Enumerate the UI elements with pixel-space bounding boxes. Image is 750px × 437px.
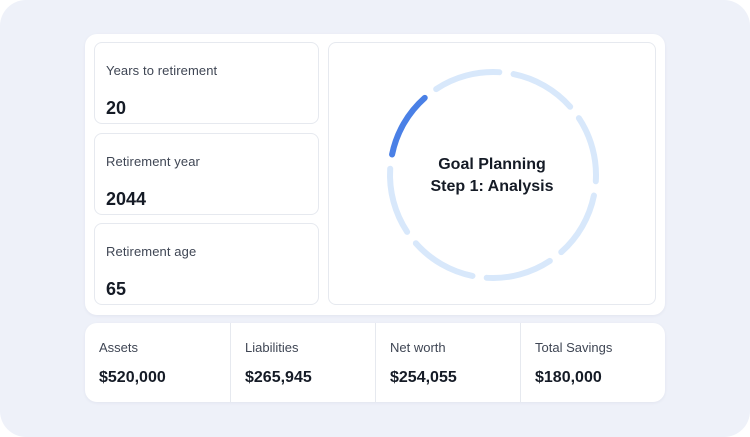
net-worth-label: Net worth <box>390 340 446 355</box>
ring-segment <box>558 192 597 256</box>
assets-label: Assets <box>99 340 139 355</box>
retirement-age-label: Retirement age <box>106 244 197 259</box>
net-worth-value: $254,055 <box>390 369 457 386</box>
retirement-overview-card: Years to retirement 20 Retirement year 2… <box>85 34 665 315</box>
ring-segment <box>412 240 476 279</box>
ring-segment-active <box>389 94 428 158</box>
assets-metric: Assets $520,000 <box>85 323 230 402</box>
total-savings-metric: Total Savings $180,000 <box>520 323 665 402</box>
years-to-retirement-value: 20 <box>106 98 127 118</box>
app-frame: Years to retirement 20 Retirement year 2… <box>0 0 750 437</box>
ring-segment <box>510 71 574 110</box>
goal-step: Step 1: Analysis <box>430 178 554 195</box>
retirement-age-value: 65 <box>106 279 127 299</box>
assets-value: $520,000 <box>99 369 166 386</box>
liabilities-metric: Liabilities $265,945 <box>230 323 375 402</box>
ring-segment <box>483 257 553 281</box>
retirement-age-card: Retirement age 65 <box>94 223 319 305</box>
liabilities-label: Liabilities <box>245 340 299 355</box>
total-savings-label: Total Savings <box>535 340 613 355</box>
goal-title: Goal Planning <box>438 156 546 173</box>
total-savings-value: $180,000 <box>535 369 602 386</box>
retirement-year-value: 2044 <box>106 189 147 209</box>
goal-planning-panel: Goal Planning Step 1: Analysis <box>328 42 656 305</box>
financial-summary-card: Assets $520,000 Liabilities $265,945 Net… <box>85 323 665 402</box>
goal-progress-label: Goal Planning Step 1: Analysis <box>329 154 655 198</box>
ring-segment <box>433 69 503 93</box>
years-to-retirement-label: Years to retirement <box>106 63 218 78</box>
liabilities-value: $265,945 <box>245 369 312 386</box>
years-to-retirement-card: Years to retirement 20 <box>94 42 319 124</box>
retirement-year-label: Retirement year <box>106 154 200 169</box>
retirement-year-card: Retirement year 2044 <box>94 133 319 215</box>
net-worth-metric: Net worth $254,055 <box>375 323 520 402</box>
